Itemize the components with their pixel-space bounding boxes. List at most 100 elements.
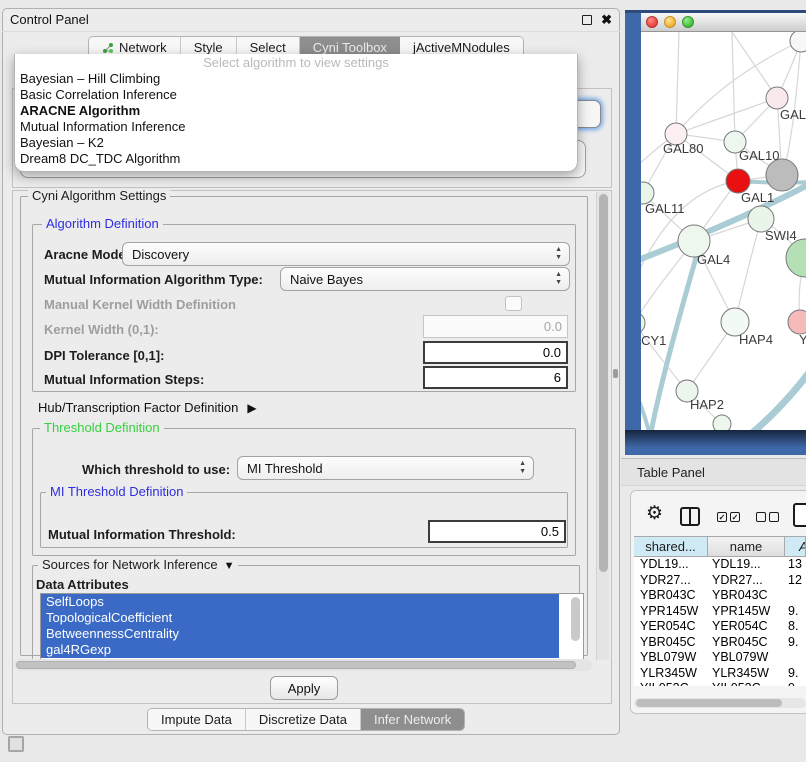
new-table-icon[interactable] xyxy=(793,503,806,527)
tab-impute-data[interactable]: Impute Data xyxy=(148,709,246,730)
table-hscrollbar-thumb[interactable] xyxy=(636,699,782,707)
collapse-arrow-icon[interactable]: ▼ xyxy=(224,559,235,573)
data-attribute-option[interactable]: TopologicalCoefficient xyxy=(41,610,559,626)
attributes-scrollbar-thumb[interactable] xyxy=(571,597,580,641)
table-cell: 13 xyxy=(785,557,806,573)
algorithm-option[interactable]: Bayesian – K2 xyxy=(15,135,577,151)
sources-group-title[interactable]: Sources for Network Inference▼ xyxy=(38,558,238,573)
application-root: Control Panel ✖ Network Style Select Cyn… xyxy=(0,0,806,762)
table-row[interactable]: YIL052CYIL052C9 xyxy=(634,681,806,686)
table-row[interactable]: YDL19...YDL19...13 xyxy=(634,557,806,573)
mi-threshold-group-title: MI Threshold Definition xyxy=(46,485,187,499)
network-edge[interactable] xyxy=(676,32,679,134)
which-threshold-label: Which threshold to use: xyxy=(82,462,230,477)
network-node-gal[interactable] xyxy=(766,87,788,109)
algorithm-option[interactable]: Bayesian – Hill Climbing xyxy=(15,71,577,87)
kernel-width-label: Kernel Width (0,1): xyxy=(44,322,159,337)
aracne-mode-select[interactable]: Discovery ▲▼ xyxy=(122,242,570,266)
table-cell: YER054C xyxy=(708,619,785,635)
data-attribute-option[interactable]: SelfLoops xyxy=(41,594,559,610)
table-body: YDL19...YDL19...13YDR27...YDR27...12YBR0… xyxy=(634,557,806,686)
table-horizontal-scrollbar[interactable] xyxy=(634,698,806,708)
table-row[interactable]: YBR043CYBR043C xyxy=(634,588,806,604)
table-row[interactable]: YLR345WYLR345W9. xyxy=(634,666,806,682)
network-edge[interactable] xyxy=(732,32,735,142)
table-cell: YIL052C xyxy=(634,681,708,686)
split-pane-handle[interactable] xyxy=(613,369,618,378)
network-node[interactable] xyxy=(790,32,806,52)
cyni-mode-tabs: Impute Data Discretize Data Infer Networ… xyxy=(147,708,465,731)
table-header-row: shared... name A xyxy=(634,536,806,557)
node-label: GAL1 xyxy=(741,190,774,205)
deselect-all-icon[interactable] xyxy=(756,512,779,522)
network-edge[interactable] xyxy=(732,32,777,98)
node-label: HAP2 xyxy=(690,397,724,412)
table-row[interactable]: YPR145WYPR145W9. xyxy=(634,604,806,620)
table-panel-header: Table Panel xyxy=(621,458,806,486)
network-edge[interactable] xyxy=(735,219,761,322)
gear-icon[interactable]: ⚙ xyxy=(646,504,663,523)
zoom-window-button[interactable] xyxy=(682,16,694,28)
table-cell: YBR043C xyxy=(708,588,785,604)
algorithm-option[interactable]: Dream8 DC_TDC Algorithm xyxy=(15,151,577,167)
mi-type-select[interactable]: Naive Bayes ▲▼ xyxy=(280,267,570,291)
select-all-icon[interactable]: ✓✓ xyxy=(717,512,740,522)
algorithm-option[interactable]: ARACNE Algorithm xyxy=(15,103,577,119)
algorithm-list: Bayesian – Hill ClimbingBasic Correlatio… xyxy=(15,71,577,167)
algorithm-dropdown-popup: Select algorithm to view settings Bayesi… xyxy=(14,54,578,172)
column-header-shared-name[interactable]: shared... xyxy=(634,536,708,557)
settings-vertical-scrollbar[interactable] xyxy=(596,192,609,660)
which-threshold-select[interactable]: MI Threshold ▲▼ xyxy=(237,456,534,480)
settings-vscrollbar-thumb[interactable] xyxy=(599,194,608,572)
network-edge-highlighted[interactable] xyxy=(751,370,806,430)
tab-discretize-data[interactable]: Discretize Data xyxy=(246,709,361,730)
algorithm-option[interactable]: Basic Correlation Inference xyxy=(15,87,577,103)
table-cell: YBL079W xyxy=(708,650,785,666)
table-cell: YIL052C xyxy=(708,681,785,686)
column-header-partial[interactable]: A xyxy=(785,536,806,557)
mi-steps-field[interactable]: 6 xyxy=(423,366,568,389)
network-node[interactable] xyxy=(713,415,731,430)
mi-threshold-field[interactable]: 0.5 xyxy=(428,520,566,543)
dock-widget-icon[interactable] xyxy=(8,736,24,752)
table-panel-title: Table Panel xyxy=(637,465,705,480)
network-window-bottom-edge xyxy=(625,430,806,455)
close-panel-icon[interactable]: ✖ xyxy=(601,15,612,25)
network-edge-highlighted[interactable] xyxy=(641,182,806,262)
manual-kernel-label: Manual Kernel Width Definition xyxy=(44,297,236,312)
network-node[interactable] xyxy=(786,239,806,277)
table-cell: 12 xyxy=(785,573,806,589)
expand-arrow-icon[interactable]: ▶ xyxy=(247,401,256,415)
network-node[interactable] xyxy=(766,159,798,191)
network-canvas[interactable]: GALGAL80GAL10GAL1GAL11SWI4GAL4GCY1HAP4YH… xyxy=(641,32,806,430)
dpi-tolerance-field[interactable]: 0.0 xyxy=(423,341,568,364)
minimize-window-button[interactable] xyxy=(664,16,676,28)
network-edge[interactable] xyxy=(676,98,777,134)
table-row[interactable]: YBL079WYBL079W xyxy=(634,650,806,666)
table-cell: 9 xyxy=(785,681,806,686)
mi-threshold-label: Mutual Information Threshold: xyxy=(48,527,236,542)
data-attribute-option[interactable]: BetweennessCentrality xyxy=(41,626,559,642)
settings-horizontal-scrollbar[interactable] xyxy=(14,659,592,671)
network-node-y[interactable] xyxy=(788,310,806,334)
columns-icon[interactable] xyxy=(680,507,700,526)
column-header-name[interactable]: name xyxy=(708,536,785,557)
tab-infer-network[interactable]: Infer Network xyxy=(361,709,464,730)
node-label: GAL xyxy=(780,107,806,122)
network-node-gcy1[interactable] xyxy=(641,312,645,334)
mi-type-label: Mutual Information Algorithm Type: xyxy=(44,272,263,287)
table-row[interactable]: YER054CYER054C8. xyxy=(634,619,806,635)
table-row[interactable]: YDR27...YDR27...12 xyxy=(634,573,806,589)
data-attribute-option[interactable]: gal4RGexp xyxy=(41,642,559,658)
kernel-width-field[interactable]: 0.0 xyxy=(423,315,568,338)
settings-hscrollbar-thumb[interactable] xyxy=(16,661,576,669)
apply-button[interactable]: Apply xyxy=(270,676,338,700)
table-row[interactable]: YBR045CYBR045C9. xyxy=(634,635,806,651)
float-window-icon[interactable] xyxy=(582,15,592,25)
hub-definition-section[interactable]: Hub/Transcription Factor Definition▶ xyxy=(38,400,257,415)
close-window-button[interactable] xyxy=(646,16,658,28)
algorithm-option[interactable]: Mutual Information Inference xyxy=(15,119,577,135)
manual-kernel-checkbox[interactable] xyxy=(505,296,522,311)
table-cell: YDR27... xyxy=(708,573,785,589)
network-edge-highlighted[interactable] xyxy=(641,387,649,430)
